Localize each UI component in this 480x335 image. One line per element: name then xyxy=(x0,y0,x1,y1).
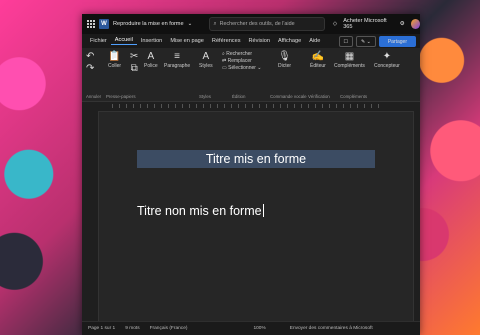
verify-group: ✍ Éditeur xyxy=(310,51,326,69)
unformatted-heading[interactable]: Titre non mis en forme xyxy=(137,204,264,218)
styles-button[interactable]: Styles xyxy=(199,63,213,69)
body-text: Titre non mis en forme xyxy=(137,204,262,218)
zoom-level[interactable]: 100% xyxy=(253,326,265,331)
group-label-styles: Styles xyxy=(199,94,211,99)
settings-gear-icon[interactable]: ⚙ xyxy=(400,21,405,27)
paragraph-button[interactable]: Paragraphe xyxy=(164,63,190,69)
addins-icon[interactable]: ▦ xyxy=(345,51,354,63)
tab-insertion[interactable]: Insertion xyxy=(137,38,166,44)
search-box[interactable]: ⌕ Rechercher des outils, de l'aide xyxy=(208,17,325,31)
group-label-clipboard: Presse-papiers xyxy=(106,94,136,99)
document-title[interactable]: Reproduire la mise en forme xyxy=(113,21,184,27)
paste-icon[interactable]: 📋 xyxy=(108,51,120,63)
clipboard-group: 📋 Coller xyxy=(108,51,121,69)
text-cursor xyxy=(262,204,264,217)
word-count[interactable]: 9 mots xyxy=(125,326,139,331)
buy-microsoft-365-link[interactable]: Acheter Microsoft 365 xyxy=(343,18,394,30)
title-bar: W Reproduire la mise en forme ⌄ ⌕ Recher… xyxy=(82,14,420,34)
chevron-down-icon[interactable]: ⌄ xyxy=(188,21,193,27)
tab-accueil[interactable]: Accueil xyxy=(110,37,137,45)
menu-bar: Fichier Accueil Insertion Mise en page R… xyxy=(82,34,420,48)
group-label-voice: Commande vocale xyxy=(270,94,307,99)
share-label: Partager xyxy=(387,38,407,45)
tab-revision[interactable]: Révision xyxy=(245,38,274,44)
tab-references[interactable]: Références xyxy=(208,38,245,44)
copy-icon[interactable]: ⧉ xyxy=(131,63,138,75)
group-label-editing: Édition xyxy=(232,94,246,99)
search-icon: ⌕ xyxy=(213,20,217,27)
designer-button[interactable]: Concepteur xyxy=(374,63,400,69)
find-button[interactable]: ⌕ Rechercher xyxy=(222,51,252,57)
editing-mode-icon[interactable]: ✎ ⌄ xyxy=(356,36,376,47)
avatar[interactable] xyxy=(410,19,420,29)
diamond-icon: ◇ xyxy=(332,21,338,27)
app-launcher-icon[interactable] xyxy=(87,20,95,28)
paragraph-icon[interactable]: ≡ xyxy=(174,51,180,63)
select-button[interactable]: ▭ Sélectionner ⌄ xyxy=(222,65,262,71)
font-icon[interactable]: A xyxy=(147,51,154,63)
editor-button[interactable]: Éditeur xyxy=(310,63,326,69)
paste-button[interactable]: Coller xyxy=(108,63,121,69)
designer-group: ✦ Concepteur xyxy=(374,51,400,69)
styles-group: A Styles xyxy=(199,51,213,69)
tab-fichier[interactable]: Fichier xyxy=(86,38,111,44)
group-label-undo: Annuler xyxy=(86,94,102,99)
find-label: Rechercher xyxy=(226,51,253,57)
addins-group: ▦ Compléments xyxy=(334,51,365,69)
font-group: A Police xyxy=(144,51,158,69)
dictate-button[interactable]: Dicter xyxy=(278,63,291,69)
formatted-heading[interactable]: Titre mis en forme xyxy=(137,150,375,168)
tab-mise-en-page[interactable]: Mise en page xyxy=(166,38,208,44)
select-label: Sélectionner xyxy=(228,65,256,71)
comments-icon[interactable]: ☐ xyxy=(338,36,354,47)
undo-icon[interactable]: ↶ xyxy=(86,51,94,63)
addins-button[interactable]: Compléments xyxy=(334,63,365,69)
cut-icon[interactable]: ✂ xyxy=(130,51,138,63)
word-logo-icon: W xyxy=(99,19,109,29)
editing-group: ⌕ Rechercher ⇄ Remplacer ▭ Sélectionner … xyxy=(222,51,262,71)
font-button[interactable]: Police xyxy=(144,63,158,69)
search-input[interactable]: Rechercher des outils, de l'aide xyxy=(220,21,295,27)
group-label-addins: Compléments xyxy=(340,94,368,99)
redo-icon[interactable]: ↷ xyxy=(86,63,94,75)
ribbon: ↶ ↷ 📋 Coller ✂ ⧉ A Police ≡ Paragraphe A… xyxy=(82,48,420,102)
replace-label: Remplacer xyxy=(227,58,252,64)
tab-affichage[interactable]: Affichage xyxy=(274,38,305,44)
editor-icon[interactable]: ✍ xyxy=(312,51,324,63)
share-button[interactable]: Partager xyxy=(378,36,416,47)
styles-icon[interactable]: A xyxy=(202,51,209,63)
group-label-verify: Vérification xyxy=(308,94,330,99)
designer-icon[interactable]: ✦ xyxy=(383,51,391,63)
document-page[interactable]: Titre mis en forme Titre non mis en form… xyxy=(98,111,414,323)
microphone-icon[interactable]: 🎙 xyxy=(278,51,291,63)
replace-button[interactable]: ⇄ Remplacer xyxy=(222,58,252,64)
page-count[interactable]: Page 1 sur 1 xyxy=(88,326,115,331)
feedback-link[interactable]: Envoyer des commentaires à Microsoft xyxy=(290,326,373,331)
voice-group: 🎙 Dicter xyxy=(278,51,291,69)
heading-text: Titre mis en forme xyxy=(205,152,307,166)
tab-aide[interactable]: Aide xyxy=(305,38,324,44)
status-bar: Page 1 sur 1 9 mots Français (France) 10… xyxy=(82,321,420,335)
document-area: Titre mis en forme Titre non mis en form… xyxy=(82,109,420,323)
word-window: W Reproduire la mise en forme ⌄ ⌕ Recher… xyxy=(82,14,420,335)
language[interactable]: Français (France) xyxy=(150,326,188,331)
paragraph-group: ≡ Paragraphe xyxy=(164,51,190,69)
undo-group: ↶ ↷ xyxy=(86,51,94,75)
